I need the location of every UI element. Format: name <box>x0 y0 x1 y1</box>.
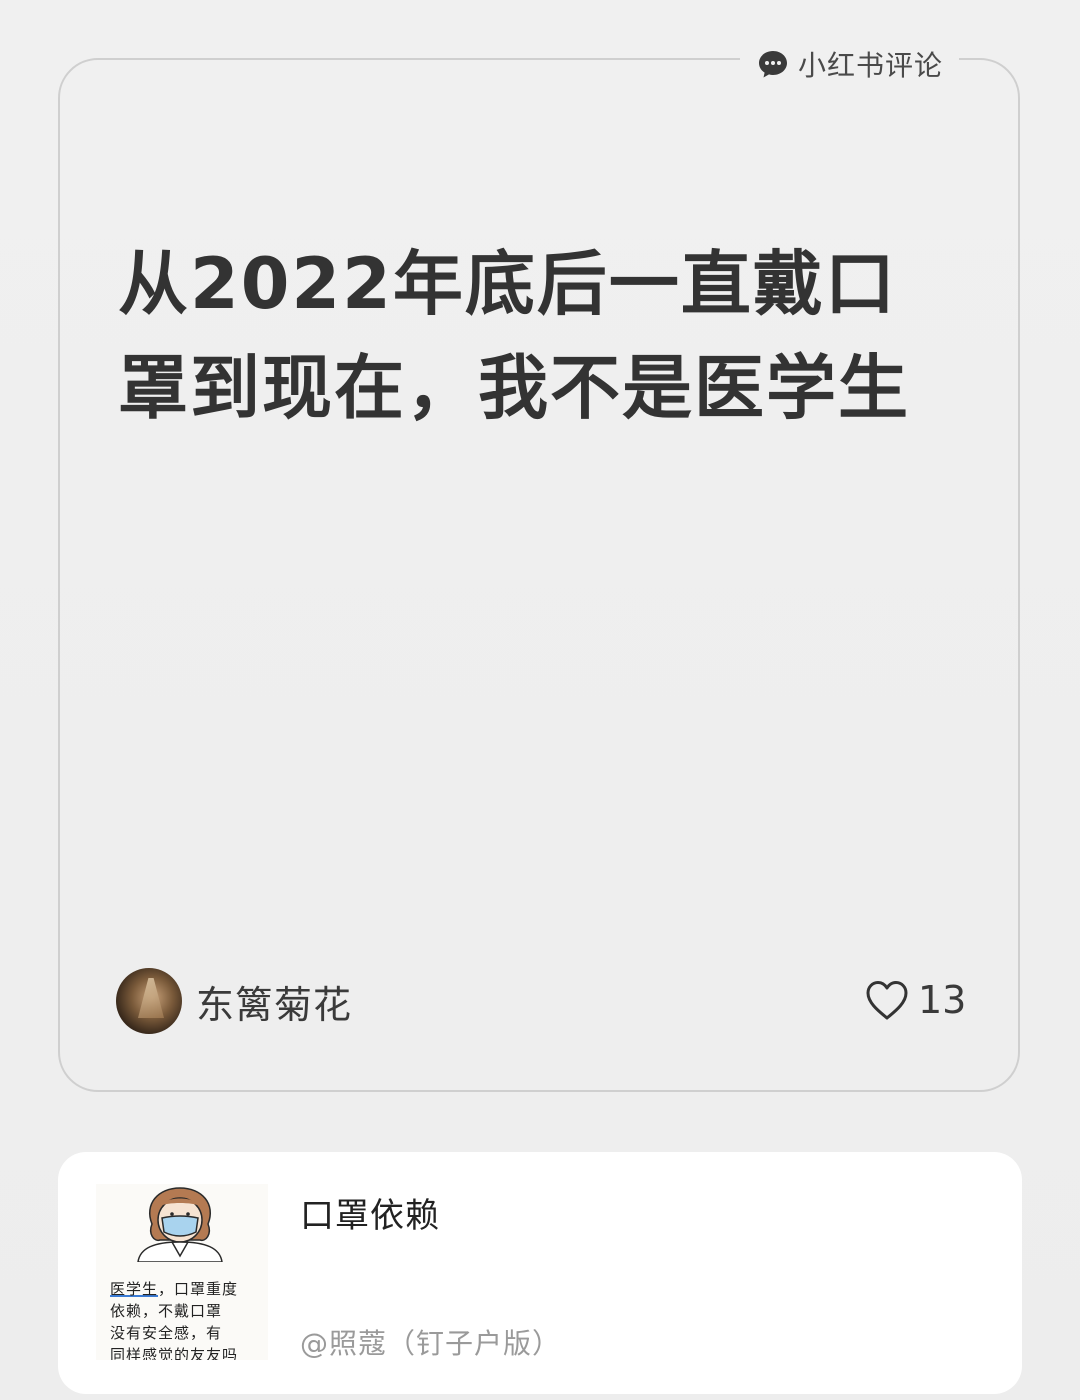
comment-author[interactable]: 东篱菊花 <box>116 968 352 1034</box>
comment-text-line-1: 从2022年底后一直戴口 <box>118 243 897 325</box>
heart-outline-icon <box>866 981 908 1020</box>
avatar[interactable] <box>116 968 182 1034</box>
like-count: 13 <box>918 978 967 1022</box>
like-button[interactable]: 13 <box>864 978 966 1022</box>
post-title[interactable]: 口罩依赖 <box>300 1188 440 1237</box>
thumbnail-line-2: 依赖，不戴口罩 <box>110 1302 223 1320</box>
masked-doctor-illustration <box>137 1187 223 1262</box>
thumbnail-line-1: ，口罩重度 <box>158 1280 239 1298</box>
thumbnail-line-4: 同样感觉的友友吗 <box>110 1346 239 1360</box>
source-tag: 小红书评论 <box>740 42 960 86</box>
comment-text-line-2: 罩到现在，我不是医学生 <box>118 347 910 429</box>
comment-card[interactable] <box>58 58 1020 1092</box>
thumbnail-caption: 医学生，口罩重度 依赖，不戴口罩 没有安全感，有 同样感觉的友友吗 <box>110 1278 260 1360</box>
page: 小红书评论 从2022年底后一直戴口 罩到现在，我不是医学生 东篱菊花 13 医… <box>0 0 1080 1400</box>
author-name[interactable]: 东篱菊花 <box>196 974 352 1029</box>
comment-text: 从2022年底后一直戴口 罩到现在，我不是医学生 <box>118 232 978 440</box>
thumbnail-line-3: 没有安全感，有 <box>110 1324 223 1342</box>
post-thumbnail[interactable]: 医学生，口罩重度 依赖，不戴口罩 没有安全感，有 同样感觉的友友吗 <box>96 1184 268 1360</box>
source-label: 小红书评论 <box>798 49 944 82</box>
chat-bubble-icon <box>759 51 787 78</box>
linked-post-card[interactable]: 医学生，口罩重度 依赖，不戴口罩 没有安全感，有 同样感觉的友友吗 口罩依赖 @… <box>58 1152 1022 1394</box>
thumbnail-highlight: 医学生 <box>110 1280 159 1298</box>
post-author[interactable]: @照蔻（钉子户版） <box>300 1322 561 1362</box>
